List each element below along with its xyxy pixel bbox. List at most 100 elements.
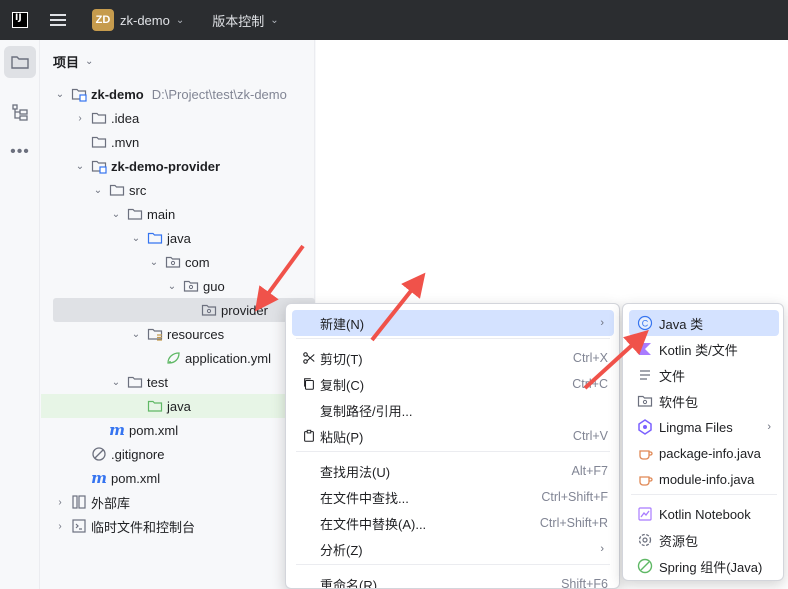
- panel-title: 项目: [53, 54, 80, 70]
- chevron-right-icon[interactable]: ›: [53, 497, 67, 508]
- context-menu-item[interactable]: 查找用法(U) Alt+F7: [292, 458, 614, 484]
- chevron-right-icon: ›: [767, 421, 771, 433]
- tree-item-path: D:\Project\test\zk-demo: [151, 86, 287, 102]
- menu-item-label: 剪切(T): [320, 351, 363, 367]
- tree-item[interactable]: ⌄ resources: [41, 322, 315, 346]
- context-menu-item[interactable]: 粘贴(P) Ctrl+V: [292, 423, 614, 449]
- folder-icon: [109, 182, 125, 198]
- chevron-down-icon[interactable]: ⌄: [147, 257, 161, 268]
- chevron-down-icon[interactable]: ⌄: [176, 15, 184, 26]
- menu-item-label: Kotlin Notebook: [659, 506, 751, 522]
- tree-item[interactable]: .mvn: [41, 130, 315, 154]
- new-submenu-item[interactable]: Kotlin Notebook: [629, 501, 779, 527]
- folder-icon: [91, 134, 107, 150]
- folder-icon: [91, 110, 107, 126]
- project-name[interactable]: zk-demo: [120, 13, 170, 28]
- new-submenu-item[interactable]: 软件包: [629, 388, 779, 414]
- tree-item[interactable]: ⌄ zk-demo-provider: [41, 154, 315, 178]
- chevron-right-icon[interactable]: ›: [53, 521, 67, 532]
- panel-header[interactable]: 项目 ⌄: [41, 40, 314, 82]
- tree-item[interactable]: ⌄ test: [41, 370, 315, 394]
- tree-item[interactable]: ⌄ java: [41, 226, 315, 250]
- chevron-down-icon[interactable]: ⌄: [53, 89, 67, 100]
- project-badge[interactable]: ZD: [92, 9, 114, 31]
- tree-item[interactable]: ⌄ src: [41, 178, 315, 202]
- tree-item-label: test: [147, 374, 168, 390]
- tree-item[interactable]: application.yml: [41, 346, 315, 370]
- tree-item[interactable]: java: [41, 394, 315, 418]
- package-icon: [201, 302, 217, 318]
- more-tools-button[interactable]: •••: [4, 136, 36, 168]
- tree-item[interactable]: ⌄ com: [41, 250, 315, 274]
- menu-item-label: 重命名(R)...: [320, 577, 388, 589]
- tree-item[interactable]: ⌄ main: [41, 202, 315, 226]
- new-submenu-item[interactable]: module-info.java: [629, 466, 779, 492]
- context-menu-item[interactable]: 剪切(T) Ctrl+X: [292, 345, 614, 371]
- menu-separator: [631, 494, 777, 495]
- chevron-down-icon[interactable]: ⌄: [109, 209, 123, 220]
- new-submenu-item[interactable]: 资源包: [629, 527, 779, 553]
- chevron-down-icon[interactable]: ⌄: [109, 377, 123, 388]
- scissors-icon: [302, 351, 316, 365]
- new-submenu-item[interactable]: 文件: [629, 362, 779, 388]
- context-menu-item[interactable]: 复制(C) Ctrl+C: [292, 371, 614, 397]
- menu-item-label: 复制路径/引用...: [320, 403, 413, 419]
- new-submenu-item[interactable]: Lingma Files ›: [629, 414, 779, 440]
- chevron-down-icon[interactable]: ⌄: [165, 281, 179, 292]
- menu-item-label: module-info.java: [659, 471, 755, 487]
- context-menu-item[interactable]: 新建(N) ›: [292, 310, 614, 336]
- java-file-icon: [637, 445, 653, 461]
- external-libraries-icon: [71, 494, 87, 510]
- context-menu-item[interactable]: 分析(Z) ›: [292, 536, 614, 562]
- new-submenu-item[interactable]: Kotlin 类/文件: [629, 336, 779, 362]
- resources-folder-icon: [147, 326, 163, 342]
- module-folder-icon: [91, 158, 107, 174]
- structure-tool-button[interactable]: [4, 96, 36, 128]
- tree-item[interactable]: › .idea: [41, 106, 315, 130]
- chevron-right-icon[interactable]: ›: [73, 113, 87, 124]
- chevron-down-icon[interactable]: ⌄: [85, 56, 93, 67]
- context-menu-item[interactable]: 重命名(R)... Shift+F6: [292, 571, 614, 589]
- context-menu-item[interactable]: 在文件中查找... Ctrl+Shift+F: [292, 484, 614, 510]
- tree-item-label: pom.xml: [111, 470, 161, 486]
- tree-item[interactable]: m pom.xml: [41, 418, 315, 442]
- menu-item-shortcut: Ctrl+Shift+R: [539, 516, 608, 530]
- spring-yaml-icon: [165, 350, 181, 366]
- tree-item-label: pom.xml: [129, 422, 179, 438]
- menu-item-label: 软件包: [659, 394, 699, 410]
- chevron-down-icon[interactable]: ⌄: [270, 15, 278, 26]
- chevron-down-icon[interactable]: ⌄: [91, 185, 105, 196]
- context-menu-item[interactable]: 复制路径/引用...: [292, 397, 614, 423]
- scratches-icon: [71, 518, 87, 534]
- kotlin-icon: [637, 341, 653, 357]
- new-submenu-item[interactable]: C Java 类: [629, 310, 779, 336]
- file-icon: [637, 367, 653, 383]
- chevron-down-icon[interactable]: ⌄: [73, 161, 87, 172]
- new-submenu-item[interactable]: Spring 组件(Java): [629, 553, 779, 579]
- tree-item[interactable]: › 临时文件和控制台: [41, 514, 315, 538]
- chevron-right-icon: ›: [600, 317, 604, 329]
- menu-item-shortcut: Alt+F7: [571, 464, 608, 478]
- folder-icon: [127, 206, 143, 222]
- tree-item[interactable]: .gitignore: [41, 442, 315, 466]
- tree-item[interactable]: ⌄ zk-demo D:\Project\test\zk-demo: [41, 82, 315, 106]
- tree-item[interactable]: m pom.xml: [41, 466, 315, 490]
- chevron-down-icon[interactable]: ⌄: [129, 233, 143, 244]
- source-folder-icon: [147, 230, 163, 246]
- structure-icon: [12, 104, 28, 121]
- context-menu-item[interactable]: 在文件中替换(A)... Ctrl+Shift+R: [292, 510, 614, 536]
- main-menu-icon[interactable]: [50, 14, 66, 26]
- project-tool-button[interactable]: [4, 46, 36, 78]
- tree-item-label: provider: [221, 302, 268, 318]
- vcs-menu[interactable]: 版本控制: [212, 11, 264, 30]
- tree-item[interactable]: ⌄ guo: [41, 274, 315, 298]
- menu-item-label: Java 类: [659, 316, 704, 332]
- new-submenu-item[interactable]: package-info.java: [629, 440, 779, 466]
- project-panel: 项目 ⌄ ⌄ zk-demo D:\Project\test\zk-demo › .id…: [41, 40, 315, 589]
- chevron-down-icon[interactable]: ⌄: [129, 329, 143, 340]
- intellij-logo-icon[interactable]: [12, 12, 28, 28]
- tree-item[interactable]: provider: [53, 298, 315, 322]
- tree-item-label: src: [129, 182, 147, 198]
- tree-item[interactable]: › 外部库: [41, 490, 315, 514]
- spring-icon: [637, 558, 653, 574]
